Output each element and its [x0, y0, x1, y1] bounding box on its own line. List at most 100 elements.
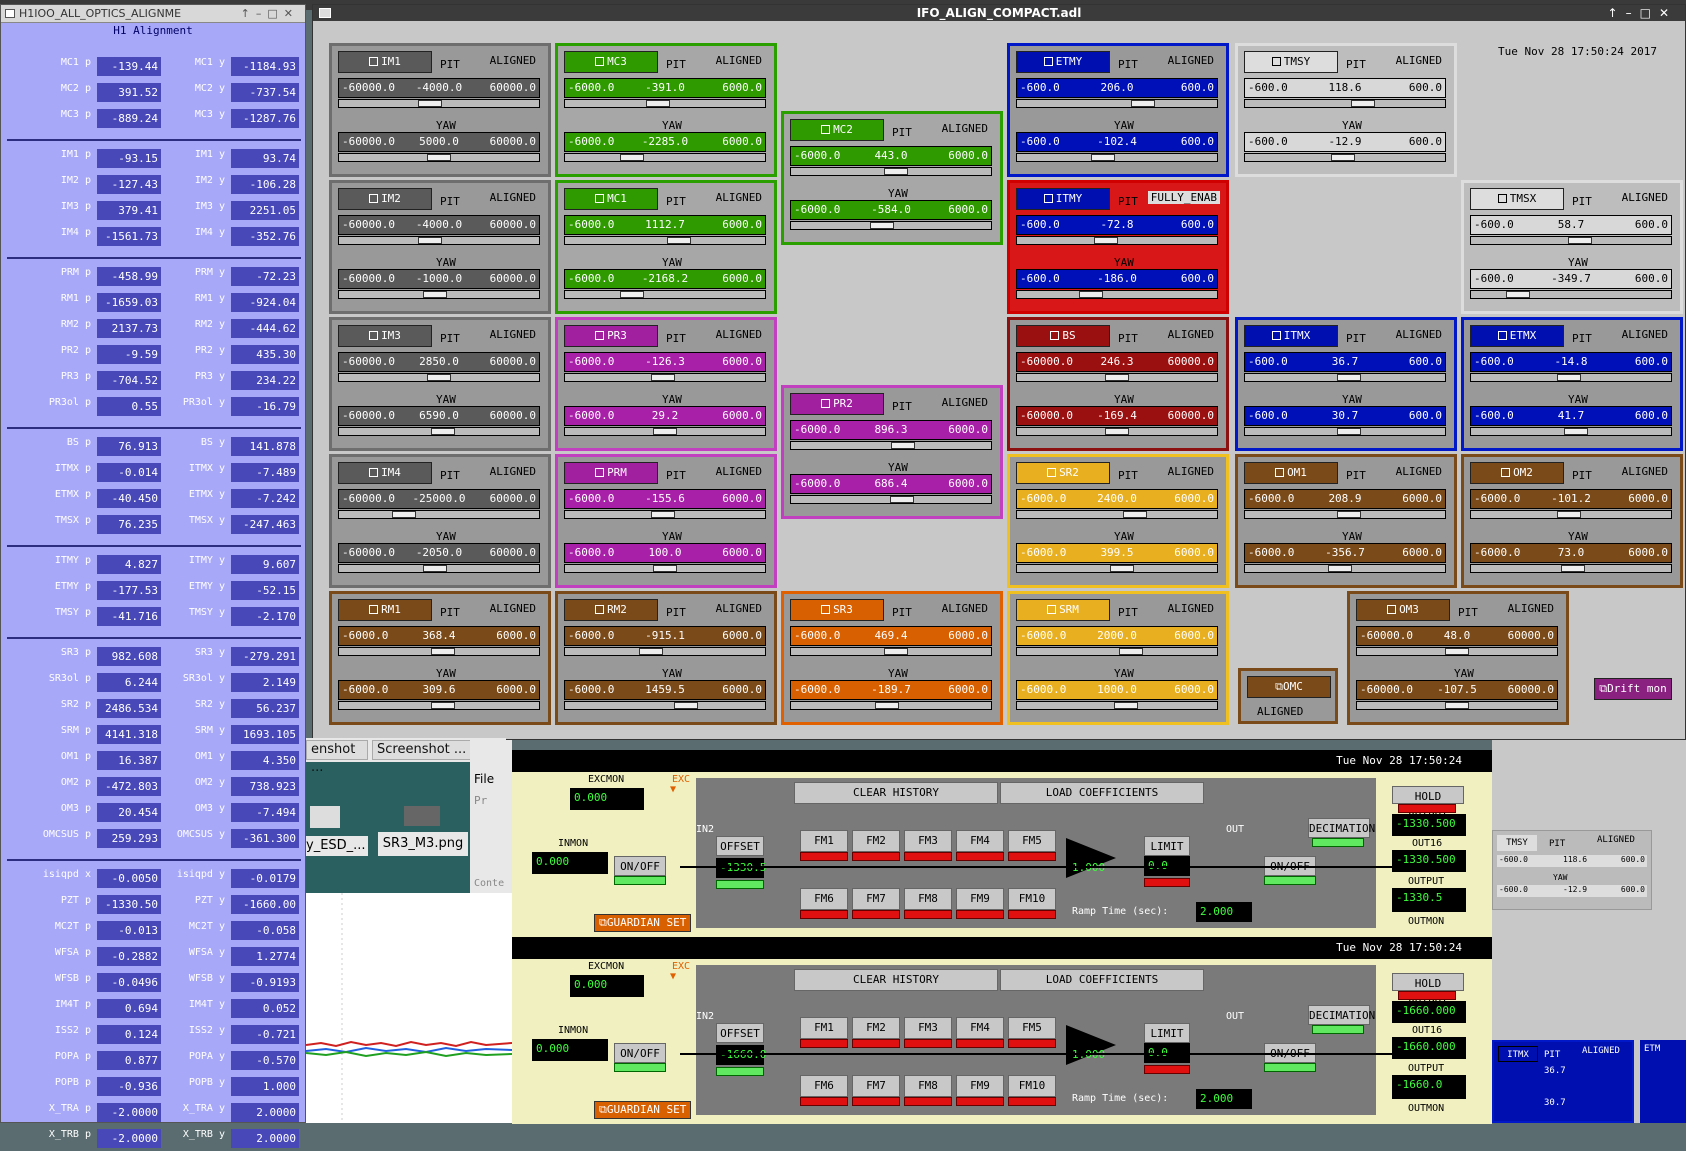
- pit-slider[interactable]: [564, 510, 766, 519]
- input-onoff-button[interactable]: ON/OFF: [614, 1043, 666, 1063]
- yaw-slider[interactable]: [1244, 153, 1446, 162]
- slider-handle[interactable]: [1114, 702, 1138, 709]
- slider-handle[interactable]: [1328, 565, 1352, 572]
- filter-module-button[interactable]: FM4: [956, 1017, 1004, 1039]
- decimation-button[interactable]: DECIMATION: [1308, 818, 1375, 838]
- slider-handle[interactable]: [392, 511, 416, 518]
- optic-button-srm[interactable]: SRM: [1016, 599, 1110, 621]
- filter-module-button[interactable]: FM7: [852, 1075, 900, 1097]
- optic-button-im2[interactable]: IM2: [338, 188, 432, 210]
- clear-history-button[interactable]: CLEAR HISTORY: [794, 782, 998, 804]
- input-onoff-button[interactable]: ON/OFF: [614, 856, 666, 876]
- pit-slider[interactable]: [338, 373, 540, 382]
- filter-module-button[interactable]: FM10: [1008, 1075, 1056, 1097]
- pit-slider[interactable]: [1470, 236, 1672, 245]
- slider-handle[interactable]: [1445, 702, 1469, 709]
- window-controls-icon[interactable]: ↑–□✕: [241, 5, 299, 23]
- filter-module-button[interactable]: FM7: [852, 888, 900, 910]
- window-controls-icon[interactable]: ↑–□✕: [1608, 5, 1677, 21]
- pit-slider[interactable]: [564, 373, 766, 382]
- pit-slider[interactable]: [1016, 373, 1218, 382]
- filter-module-button[interactable]: FM2: [852, 830, 900, 852]
- pit-slider[interactable]: [338, 99, 540, 108]
- optic-button-bs[interactable]: BS: [1016, 325, 1110, 347]
- slider-handle[interactable]: [1091, 154, 1115, 161]
- ramp-time-value[interactable]: 2.000: [1196, 902, 1252, 922]
- yaw-slider[interactable]: [1470, 427, 1672, 436]
- offset-value[interactable]: -1660.0: [716, 1045, 766, 1065]
- slider-handle[interactable]: [653, 565, 677, 572]
- yaw-slider[interactable]: [1016, 153, 1218, 162]
- guardian-set-button[interactable]: ⧉GUARDIAN SET: [594, 914, 692, 932]
- hold-output-button[interactable]: HOLD OUTPUT: [1392, 786, 1464, 823]
- filter-module-button[interactable]: FM5: [1008, 830, 1056, 852]
- filter-module-button[interactable]: FM6: [800, 888, 848, 910]
- taskbar-tab[interactable]: Screenshot ...: [372, 740, 472, 760]
- limit-button[interactable]: LIMIT: [1144, 1023, 1190, 1043]
- slider-handle[interactable]: [646, 100, 670, 107]
- slider-handle[interactable]: [1445, 648, 1469, 655]
- filter-module-button[interactable]: FM4: [956, 830, 1004, 852]
- pit-slider[interactable]: [1244, 99, 1446, 108]
- slider-handle[interactable]: [1568, 237, 1592, 244]
- limit-button[interactable]: LIMIT: [1144, 836, 1190, 856]
- pit-slider[interactable]: [790, 647, 992, 656]
- optic-button-tmsx[interactable]: TMSX: [1470, 188, 1564, 210]
- optic-button-pr3[interactable]: PR3: [564, 325, 658, 347]
- guardian-set-button[interactable]: ⧉GUARDIAN SET: [594, 1101, 692, 1119]
- pit-slider[interactable]: [564, 236, 766, 245]
- slider-handle[interactable]: [418, 100, 442, 107]
- slider-handle[interactable]: [1105, 428, 1129, 435]
- filter-module-button[interactable]: FM9: [956, 1075, 1004, 1097]
- optic-button-prm[interactable]: PRM: [564, 462, 658, 484]
- slider-handle[interactable]: [423, 291, 447, 298]
- optic-button-om3[interactable]: OM3: [1356, 599, 1450, 621]
- slider-handle[interactable]: [620, 291, 644, 298]
- slider-handle[interactable]: [651, 374, 675, 381]
- slider-handle[interactable]: [674, 702, 698, 709]
- slider-handle[interactable]: [1337, 428, 1361, 435]
- slider-handle[interactable]: [423, 565, 447, 572]
- slider-handle[interactable]: [870, 222, 894, 229]
- pit-slider[interactable]: [338, 647, 540, 656]
- yaw-slider[interactable]: [1016, 701, 1218, 710]
- slider-handle[interactable]: [667, 237, 691, 244]
- slider-handle[interactable]: [1557, 374, 1581, 381]
- slider-handle[interactable]: [1119, 648, 1143, 655]
- slider-handle[interactable]: [875, 702, 899, 709]
- optic-button-tmsy[interactable]: TMSY: [1244, 51, 1338, 73]
- pit-slider[interactable]: [1016, 99, 1218, 108]
- yaw-slider[interactable]: [1244, 564, 1446, 573]
- slider-handle[interactable]: [1105, 374, 1129, 381]
- desktop-file-item[interactable]: SR3_M3.png: [378, 832, 468, 856]
- optic-button-mc2[interactable]: MC2: [790, 119, 884, 141]
- pit-slider[interactable]: [790, 167, 992, 176]
- yaw-slider[interactable]: [1470, 290, 1672, 299]
- filter-module-button[interactable]: FM2: [852, 1017, 900, 1039]
- slider-handle[interactable]: [1351, 100, 1375, 107]
- yaw-slider[interactable]: [338, 564, 540, 573]
- file-menu[interactable]: File: [474, 772, 494, 786]
- optic-button-itmy[interactable]: ITMY: [1016, 188, 1110, 210]
- pit-slider[interactable]: [564, 99, 766, 108]
- filter-module-button[interactable]: FM8: [904, 1075, 952, 1097]
- pit-slider[interactable]: [1016, 236, 1218, 245]
- filter-module-button[interactable]: FM3: [904, 1017, 952, 1039]
- optic-button-mc3[interactable]: MC3: [564, 51, 658, 73]
- pit-slider[interactable]: [1244, 510, 1446, 519]
- yaw-slider[interactable]: [1356, 701, 1558, 710]
- optic-button-etmx[interactable]: ETMX: [1470, 325, 1564, 347]
- pit-slider[interactable]: [1470, 373, 1672, 382]
- slider-handle[interactable]: [890, 496, 914, 503]
- pit-slider[interactable]: [1016, 647, 1218, 656]
- pit-slider[interactable]: [564, 647, 766, 656]
- yaw-slider[interactable]: [338, 701, 540, 710]
- filter-module-button[interactable]: FM3: [904, 830, 952, 852]
- filter-module-button[interactable]: FM1: [800, 830, 848, 852]
- yaw-slider[interactable]: [1470, 564, 1672, 573]
- itmx-mini-button[interactable]: ITMX: [1498, 1046, 1538, 1062]
- optic-button-pr2[interactable]: PR2: [790, 393, 884, 415]
- slider-handle[interactable]: [1337, 511, 1361, 518]
- pit-slider[interactable]: [1016, 510, 1218, 519]
- slider-handle[interactable]: [1557, 511, 1581, 518]
